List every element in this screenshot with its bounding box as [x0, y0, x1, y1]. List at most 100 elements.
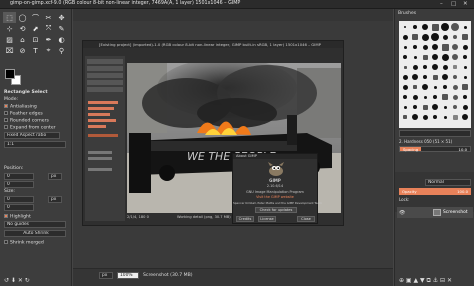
ink-tool-icon[interactable]: ✒ — [42, 34, 55, 45]
brush-preview[interactable] — [460, 42, 470, 52]
brush-preview[interactable] — [410, 102, 420, 112]
brush-preview[interactable] — [420, 112, 430, 122]
size-h-field[interactable]: 0 — [4, 204, 34, 211]
fixed-aspect-dropdown[interactable]: Fixed Aspect ratio — [4, 132, 60, 139]
brush-preview[interactable] — [430, 92, 440, 102]
position-y-field[interactable]: 0 — [4, 181, 34, 188]
heal-tool-icon[interactable]: ⊘ — [16, 45, 29, 56]
status-unit-dropdown[interactable]: px — [99, 272, 113, 279]
brush-preview[interactable] — [410, 112, 420, 122]
zoom-tool-icon[interactable]: ⚲ — [55, 45, 68, 56]
guides-dropdown[interactable]: No guides — [4, 221, 66, 228]
brush-preview[interactable] — [450, 82, 460, 92]
shear-tool-icon[interactable]: ⤧ — [42, 23, 55, 34]
close-button[interactable]: ✕ — [463, 1, 468, 7]
status-zoom-field[interactable]: 100% — [117, 272, 139, 279]
brush-preview[interactable] — [440, 112, 450, 122]
nested-slider[interactable] — [88, 101, 118, 104]
warp-tool-icon[interactable]: ⌂ — [16, 34, 29, 45]
brush-preview[interactable] — [430, 52, 440, 62]
brush-preview[interactable] — [430, 22, 440, 32]
brush-preview[interactable] — [430, 62, 440, 72]
brush-preview[interactable] — [410, 52, 420, 62]
text-tool-icon[interactable]: T — [29, 45, 42, 56]
nested-slider[interactable] — [88, 168, 112, 171]
nested-slider[interactable] — [88, 119, 116, 122]
brush-preview[interactable] — [420, 32, 430, 42]
bucket-fill-tool-icon[interactable]: ▨ — [3, 34, 16, 45]
brush-preview[interactable] — [420, 62, 430, 72]
brush-preview[interactable] — [420, 52, 430, 62]
maximize-button[interactable]: □ — [451, 1, 456, 7]
brush-preview[interactable] — [410, 42, 420, 52]
brush-preview[interactable] — [400, 112, 410, 122]
brush-preview[interactable] — [440, 82, 450, 92]
brush-preview[interactable] — [440, 102, 450, 112]
minimize-button[interactable]: – — [440, 1, 443, 7]
layer-row[interactable]: 👁 Screenshot — [397, 207, 473, 218]
antialiasing-option[interactable]: Antialiasing — [4, 104, 37, 110]
brush-preview[interactable] — [460, 102, 470, 112]
credits-button[interactable]: Credits — [236, 216, 254, 222]
brush-preview[interactable] — [410, 22, 420, 32]
brush-preview[interactable] — [400, 22, 410, 32]
brush-preview[interactable] — [460, 22, 470, 32]
layer-mode-dropdown[interactable]: Normal — [425, 179, 471, 186]
eye-icon[interactable]: 👁 — [399, 210, 405, 216]
brush-preview[interactable] — [400, 42, 410, 52]
brush-preview[interactable] — [400, 62, 410, 72]
ratio-field[interactable]: 1:1 — [4, 141, 66, 148]
brush-preview[interactable] — [440, 62, 450, 72]
brush-preview[interactable] — [400, 32, 410, 42]
brush-preview[interactable] — [460, 82, 470, 92]
brush-preview[interactable] — [410, 62, 420, 72]
brush-preview[interactable] — [440, 42, 450, 52]
eraser-tool-icon[interactable]: ⌧ — [3, 45, 16, 56]
foreground-color-swatch[interactable] — [5, 69, 15, 79]
brush-preview[interactable] — [400, 102, 410, 112]
brush-preview[interactable] — [450, 102, 460, 112]
license-button[interactable]: License — [258, 216, 276, 222]
brush-preview[interactable] — [460, 62, 470, 72]
brush-preview[interactable] — [420, 82, 430, 92]
brush-preview[interactable] — [430, 72, 440, 82]
free-select-tool-icon[interactable]: ⌒ — [29, 12, 42, 23]
brush-preview[interactable] — [460, 112, 470, 122]
nested-slider[interactable] — [88, 157, 112, 160]
nested-slider[interactable] — [88, 113, 110, 116]
pencil-tool-icon[interactable]: ✎ — [55, 23, 68, 34]
color-picker-tool-icon[interactable]: ⌖ — [42, 45, 55, 56]
opacity-slider[interactable]: Opacity 100.0 — [399, 188, 471, 195]
brush-preview[interactable] — [460, 32, 470, 42]
align-tool-icon[interactable]: ⊹ — [3, 23, 16, 34]
brush-preview[interactable] — [450, 22, 460, 32]
brush-preview[interactable] — [420, 92, 430, 102]
about-website-link[interactable]: Visit the GIMP website — [233, 195, 317, 199]
nested-slider[interactable] — [88, 151, 112, 154]
expand-center-option[interactable]: Expand from center — [4, 125, 56, 131]
highlight-option[interactable]: Highlight — [4, 214, 31, 220]
brush-preview[interactable] — [450, 72, 460, 82]
ellipse-select-tool-icon[interactable]: ◯ — [16, 12, 29, 23]
nested-slider[interactable] — [88, 134, 118, 137]
position-unit[interactable]: px — [48, 173, 62, 180]
brush-preview[interactable] — [400, 52, 410, 62]
brush-preview[interactable] — [420, 22, 430, 32]
brush-preview[interactable] — [400, 72, 410, 82]
brush-preview[interactable] — [450, 52, 460, 62]
brush-preview[interactable] — [450, 42, 460, 52]
position-x-field[interactable]: 0 — [4, 173, 34, 180]
brush-preview[interactable] — [430, 32, 440, 42]
brush-preview[interactable] — [430, 112, 440, 122]
move-tool-icon[interactable]: ✥ — [55, 12, 68, 23]
brush-preview[interactable] — [450, 32, 460, 42]
brush-preview[interactable] — [420, 72, 430, 82]
rotate-tool-icon[interactable]: ⟲ — [16, 23, 29, 34]
auto-shrink-button[interactable]: Auto Shrink — [4, 230, 66, 237]
scale-tool-icon[interactable]: ⬈ — [29, 23, 42, 34]
dock-tabs-title[interactable]: Brushes — [398, 11, 416, 16]
brush-preview[interactable] — [450, 112, 460, 122]
scissors-tool-icon[interactable]: ✂ — [42, 12, 55, 23]
brush-preview[interactable] — [460, 72, 470, 82]
layer-action-icons[interactable]: ⊕ ▣ ▲ ▼ ⧉ ⚓ ⊟ ✕ — [399, 277, 452, 285]
